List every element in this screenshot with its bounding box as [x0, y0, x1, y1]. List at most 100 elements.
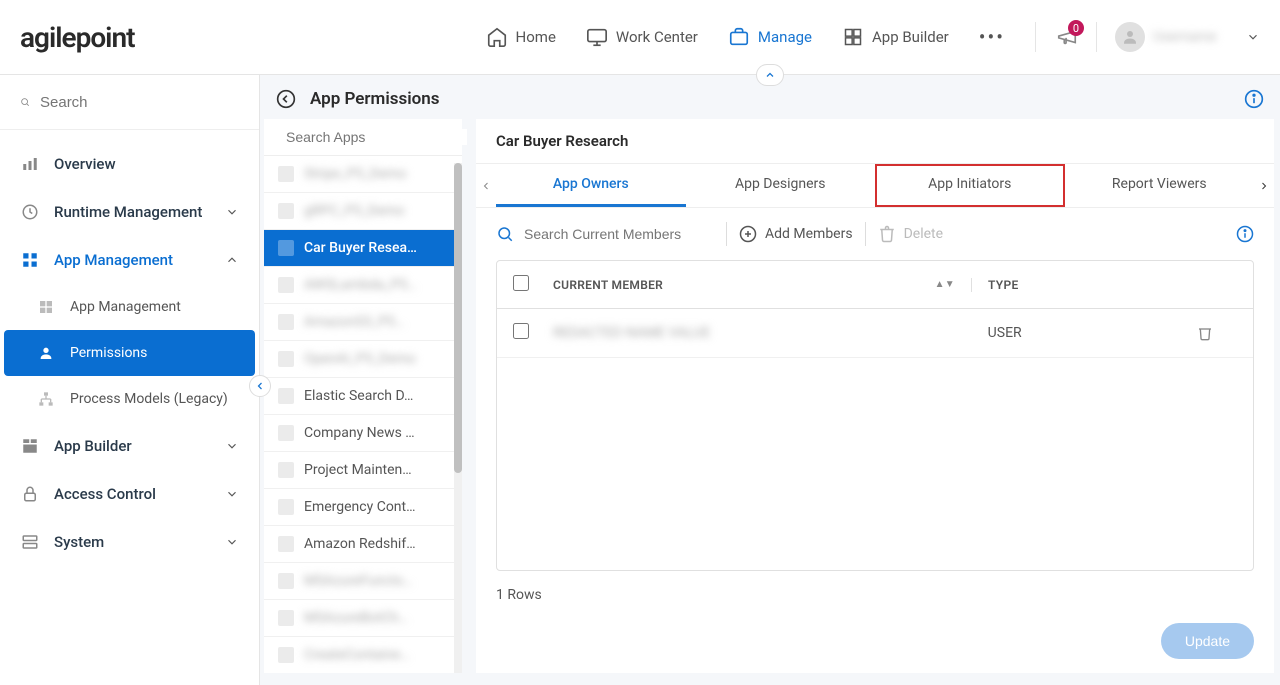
row-delete-button[interactable] [1197, 325, 1237, 341]
sidebar-item-access-control[interactable]: Access Control [0, 470, 259, 518]
row-checkbox[interactable] [513, 323, 529, 339]
tab-report-viewers[interactable]: Report Viewers [1065, 164, 1255, 207]
info-button[interactable] [1236, 225, 1254, 243]
sidebar-item-label: App Builder [54, 437, 132, 455]
app-list-item[interactable]: AmazonS3_P5… [264, 304, 462, 341]
plus-circle-icon [739, 225, 757, 243]
sidebar-child-app-management[interactable]: App Management [0, 284, 259, 330]
briefcase-icon [728, 26, 750, 48]
app-label: Emergency Cont… [304, 499, 416, 515]
app-list-item[interactable]: Company News … [264, 415, 462, 452]
tab-app-designers[interactable]: App Designers [686, 164, 876, 207]
sidebar-child-label: App Management [70, 299, 181, 315]
sidebar-item-label: Runtime Management [54, 203, 202, 221]
update-button[interactable]: Update [1161, 623, 1254, 659]
chevron-down-icon [1246, 30, 1260, 44]
app-list-item[interactable]: Amazon Redshif… [264, 526, 462, 563]
sidebar-child-process-models[interactable]: Process Models (Legacy) [0, 376, 259, 422]
sidebar-item-app-management[interactable]: App Management [0, 236, 259, 284]
select-all-checkbox[interactable] [513, 275, 529, 291]
sort-icon[interactable]: ▲▼ [935, 279, 955, 290]
app-list-item[interactable]: Car Buyer Resea… [264, 230, 462, 267]
app-label: Elastic Search D… [304, 388, 413, 404]
app-list-item[interactable]: gRPC_P5_Demo [264, 193, 462, 230]
sidebar-child-label: Permissions [70, 345, 147, 361]
user-menu[interactable]: Username [1096, 22, 1260, 52]
column-header-member[interactable]: CURRENT MEMBER [553, 278, 663, 292]
apps-icon [20, 250, 40, 270]
app-list-item[interactable]: Project Mainten… [264, 452, 462, 489]
nav-manage[interactable]: Manage [728, 26, 812, 48]
member-type: USER [988, 325, 1022, 341]
members-search[interactable] [496, 225, 714, 243]
app-icon [278, 240, 294, 256]
tabs-scroll-left[interactable] [476, 165, 496, 207]
divider [726, 222, 727, 246]
nav-app-builder[interactable]: App Builder [842, 26, 949, 48]
collapse-left-button[interactable] [249, 375, 271, 397]
grid-icon [842, 26, 864, 48]
sidebar-item-app-builder[interactable]: App Builder [0, 422, 259, 470]
app-list-item[interactable]: Elastic Search D… [264, 378, 462, 415]
app-label: Company News … [304, 425, 415, 441]
delete-button[interactable]: Delete [878, 225, 943, 243]
app-list-item[interactable]: Stripe_P5_Demo [264, 156, 462, 193]
chart-icon [20, 154, 40, 174]
chevron-down-icon [225, 487, 239, 501]
tabs-scroll-right[interactable] [1254, 165, 1274, 207]
app-list-item[interactable]: CreateContaine… [264, 637, 462, 673]
app-list-item[interactable]: AWSLambda_P5… [264, 267, 462, 304]
apps-search-input[interactable] [286, 129, 467, 145]
app-label: gRPC_P5_Demo [304, 203, 405, 219]
info-button[interactable] [1244, 89, 1264, 109]
search-icon [20, 93, 30, 111]
server-icon [20, 532, 40, 552]
tab-app-initiators[interactable]: App Initiators [875, 164, 1065, 207]
apps-scrollbar[interactable] [454, 163, 462, 673]
column-header-type[interactable]: TYPE [988, 278, 1019, 292]
app-icon [278, 610, 294, 626]
apps-search[interactable] [264, 119, 462, 156]
sidebar-item-runtime[interactable]: Runtime Management [0, 188, 259, 236]
sidebar-item-label: Overview [54, 155, 116, 173]
logo: agilepoint [20, 21, 135, 54]
notifications-button[interactable]: 0 [1056, 26, 1078, 48]
tab-app-owners[interactable]: App Owners [496, 164, 686, 207]
app-list-item[interactable]: MSAzureFuncto… [264, 563, 462, 600]
app-list-item[interactable]: Emergency Cont… [264, 489, 462, 526]
monitor-icon [586, 26, 608, 48]
members-search-input[interactable] [524, 226, 714, 242]
app-icon [278, 425, 294, 441]
sidebar-child-permissions[interactable]: Permissions [4, 330, 255, 376]
nav-work-center[interactable]: Work Center [586, 26, 698, 48]
add-members-button[interactable]: Add Members [739, 225, 853, 243]
sidebar-item-overview[interactable]: Overview [0, 140, 259, 188]
tab-label: Report Viewers [1112, 176, 1207, 192]
sidebar-child-label: Process Models (Legacy) [70, 391, 228, 407]
sidebar-item-label: Access Control [54, 485, 156, 503]
lock-icon [20, 484, 40, 504]
layout-icon [20, 436, 40, 456]
sidebar-search-input[interactable] [40, 94, 239, 111]
nav-more[interactable]: ••• [979, 25, 1005, 49]
collapse-top-button[interactable] [756, 64, 784, 86]
tab-label: App Initiators [928, 176, 1011, 192]
nav-home-label: Home [516, 28, 556, 46]
table-row[interactable]: REDACTED NAME VALUEUSER [497, 309, 1253, 358]
app-label: CreateContaine… [304, 647, 410, 663]
page-title: App Permissions [310, 89, 440, 109]
sidebar-item-system[interactable]: System [0, 518, 259, 566]
grid-small-icon [36, 297, 56, 317]
app-icon [278, 388, 294, 404]
add-members-label: Add Members [765, 226, 853, 242]
nav-home[interactable]: Home [486, 26, 556, 48]
back-button[interactable] [276, 89, 296, 109]
app-label: Project Mainten… [304, 462, 412, 478]
sidebar-search[interactable] [0, 75, 259, 130]
app-list-item[interactable]: OpenAI_P5_Demo [264, 341, 462, 378]
nav-app-builder-label: App Builder [872, 28, 949, 46]
chevron-down-icon [225, 439, 239, 453]
app-list-item[interactable]: MSAzureBotCh… [264, 600, 462, 637]
user-icon [36, 343, 56, 363]
chevron-up-icon [225, 253, 239, 267]
